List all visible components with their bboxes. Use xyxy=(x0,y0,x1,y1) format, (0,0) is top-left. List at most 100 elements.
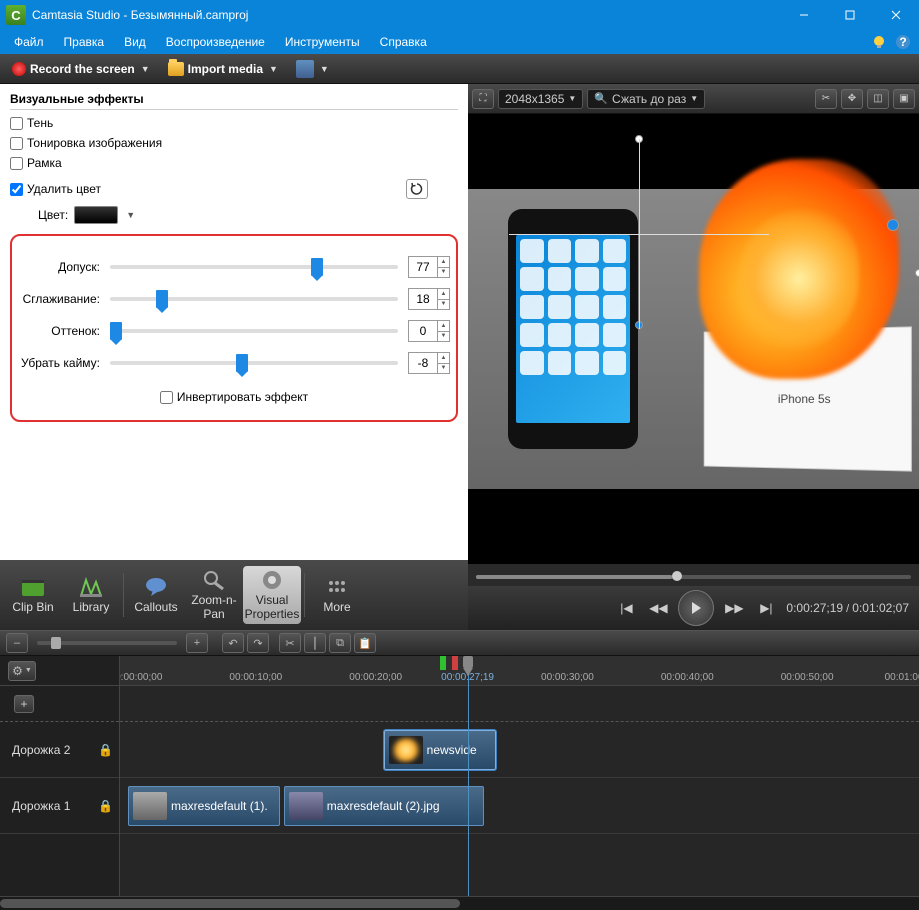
more-icon xyxy=(324,576,350,598)
close-button[interactable] xyxy=(873,0,919,30)
zoom-icon xyxy=(201,569,227,591)
next-clip-button[interactable]: ▶| xyxy=(754,596,778,620)
time-display: 0:00:27;19 / 0:01:02;07 xyxy=(786,601,909,615)
border-checkbox[interactable] xyxy=(10,157,23,170)
paste-button[interactable]: 📋 xyxy=(354,633,376,653)
bulb-icon[interactable] xyxy=(871,34,887,50)
play-button[interactable] xyxy=(678,590,714,626)
colorize-checkbox[interactable] xyxy=(10,137,23,150)
remove-color-checkbox[interactable] xyxy=(10,183,23,196)
timeline-options-button[interactable]: ⚙▼ xyxy=(8,661,36,681)
canvas-size-icon[interactable]: ⛶ xyxy=(472,89,494,109)
color-picker[interactable] xyxy=(74,206,118,224)
timeline-ruler[interactable]: 00:00:00;00 00:00:10;00 00:00:20;00 00:0… xyxy=(120,656,919,686)
menu-bar: Файл Правка Вид Воспроизведение Инструме… xyxy=(0,30,919,54)
clip-maxres-1[interactable]: maxresdefault (1). xyxy=(128,786,280,826)
clip-bin-icon xyxy=(20,576,46,598)
invert-checkbox[interactable] xyxy=(160,391,173,404)
window-titlebar: C Camtasia Studio - Безымянный.camproj xyxy=(0,0,919,30)
fullscreen-button[interactable]: ▣ xyxy=(893,89,915,109)
rotate-handle[interactable] xyxy=(887,219,899,231)
border-checkbox-row[interactable]: Рамка xyxy=(10,156,458,170)
softness-input[interactable]: ▲▼ xyxy=(408,288,450,310)
preview-scrubber[interactable] xyxy=(476,568,911,586)
highlighted-sliders: Допуск: ▲▼ Сглаживание: ▲▼ Оттенок: ▲▼ У… xyxy=(10,234,458,422)
menu-file[interactable]: Файл xyxy=(4,33,54,51)
cut-button[interactable]: ✂ xyxy=(279,633,301,653)
record-icon xyxy=(12,62,26,76)
redo-button[interactable]: ↷ xyxy=(247,633,269,653)
clip-maxres-2[interactable]: maxresdefault (2).jpg xyxy=(284,786,484,826)
defringe-slider[interactable] xyxy=(110,361,398,365)
zoom-in-button[interactable]: + xyxy=(186,633,208,653)
menu-edit[interactable]: Правка xyxy=(54,33,115,51)
lock-icon[interactable]: 🔒 xyxy=(98,799,113,813)
minimize-button[interactable] xyxy=(781,0,827,30)
app-icon: C xyxy=(6,5,26,25)
main-toolbar: Record the screen▼ Import media▼ ▼ xyxy=(0,54,919,84)
remove-color-checkbox-row[interactable]: Удалить цвет xyxy=(10,182,101,196)
import-media-button[interactable]: Import media▼ xyxy=(162,59,284,79)
step-back-button[interactable]: ◀◀ xyxy=(646,596,670,620)
menu-view[interactable]: Вид xyxy=(114,33,156,51)
crop-button[interactable]: ✂ xyxy=(815,89,837,109)
produce-button[interactable]: ▼ xyxy=(290,57,335,81)
tab-zoom-pan[interactable]: Zoom-n-Pan xyxy=(185,566,243,624)
timeline-toolbar: – + ↶ ↷ ✂ ⎮ ⧉ 📋 xyxy=(0,630,919,656)
clip-newsvideo[interactable]: newsvide xyxy=(384,730,496,770)
tab-callouts[interactable]: Callouts xyxy=(127,566,185,624)
track-2[interactable]: newsvide xyxy=(120,722,919,778)
callouts-icon xyxy=(143,576,169,598)
shadow-checkbox[interactable] xyxy=(10,117,23,130)
timeline-panel: – + ↶ ↷ ✂ ⎮ ⧉ 📋 ⚙▼ + Дорожка 2🔒 Дорожка … xyxy=(0,630,919,910)
hue-input[interactable]: ▲▼ xyxy=(408,320,450,342)
canvas-dimensions[interactable]: 2048x1365 ▼ xyxy=(498,89,583,109)
prev-clip-button[interactable]: |◀ xyxy=(614,596,638,620)
tab-library[interactable]: Library xyxy=(62,566,120,624)
library-icon xyxy=(78,576,104,598)
svg-text:?: ? xyxy=(899,35,906,49)
track-1[interactable]: maxresdefault (1). maxresdefault (2).jpg xyxy=(120,778,919,834)
shrink-to-fit[interactable]: 🔍 Сжать до раз ▼ xyxy=(587,89,705,109)
copy-button[interactable]: ⧉ xyxy=(329,633,351,653)
track-1-label[interactable]: Дорожка 1🔒 xyxy=(0,778,119,834)
menu-tools[interactable]: Инструменты xyxy=(275,33,370,51)
playhead[interactable] xyxy=(468,656,469,896)
visual-effects-panel: Визуальные эффекты Тень Тонировка изобра… xyxy=(0,84,468,560)
panel-title: Визуальные эффекты xyxy=(10,92,458,110)
menu-help[interactable]: Справка xyxy=(370,33,437,51)
track-2-label[interactable]: Дорожка 2🔒 xyxy=(0,722,119,778)
menu-playback[interactable]: Воспроизведение xyxy=(156,33,275,51)
record-screen-button[interactable]: Record the screen▼ xyxy=(6,59,156,79)
tab-more[interactable]: More xyxy=(308,566,366,624)
zoom-out-button[interactable]: – xyxy=(6,633,28,653)
hue-slider[interactable] xyxy=(110,329,398,333)
invert-checkbox-row[interactable]: Инвертировать эффект xyxy=(160,390,308,404)
lock-icon[interactable]: 🔒 xyxy=(98,743,113,757)
undo-button[interactable]: ↶ xyxy=(222,633,244,653)
shadow-checkbox-row[interactable]: Тень xyxy=(10,116,458,130)
add-track-button[interactable]: + xyxy=(14,695,34,713)
maximize-button[interactable] xyxy=(827,0,873,30)
detach-button[interactable]: ◫ xyxy=(867,89,889,109)
preview-fire-clip[interactable] xyxy=(689,139,919,399)
step-fwd-button[interactable]: ▶▶ xyxy=(722,596,746,620)
pan-button[interactable]: ✥ xyxy=(841,89,863,109)
tolerance-slider[interactable] xyxy=(110,265,398,269)
tab-clip-bin[interactable]: Clip Bin xyxy=(4,566,62,624)
timeline-hscroll[interactable] xyxy=(0,896,919,910)
softness-label: Сглаживание: xyxy=(18,292,100,306)
tolerance-input[interactable]: ▲▼ xyxy=(408,256,450,278)
defringe-input[interactable]: ▲▼ xyxy=(408,352,450,374)
help-icon[interactable]: ? xyxy=(895,34,911,50)
colorize-checkbox-row[interactable]: Тонировка изображения xyxy=(10,136,458,150)
timeline-zoom-slider[interactable] xyxy=(37,641,177,645)
reset-button[interactable] xyxy=(406,179,428,199)
softness-slider[interactable] xyxy=(110,297,398,301)
spacer-track xyxy=(120,686,919,722)
tab-visual-properties[interactable]: Visual Properties xyxy=(243,566,301,624)
split-button[interactable]: ⎮ xyxy=(304,633,326,653)
preview-canvas[interactable]: iPhone 5s xyxy=(468,114,919,564)
timeline-tracks[interactable]: 00:00:00;00 00:00:10;00 00:00:20;00 00:0… xyxy=(120,656,919,896)
track-labels: ⚙▼ + Дорожка 2🔒 Дорожка 1🔒 xyxy=(0,656,120,896)
